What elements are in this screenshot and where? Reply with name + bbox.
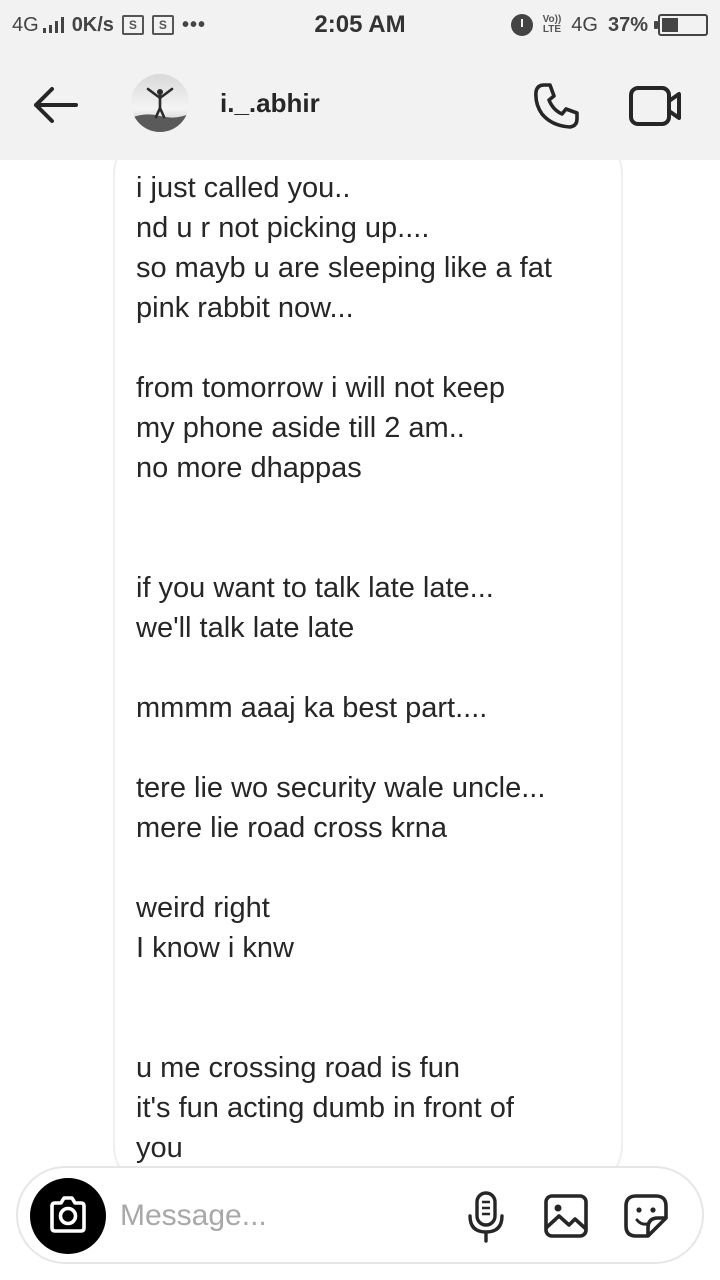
camera-icon — [50, 1196, 86, 1233]
message-line: i just called you.. — [136, 172, 351, 204]
camera-button[interactable] — [30, 1178, 106, 1254]
status-right: Vo)) LTE 4G 37% — [510, 11, 708, 39]
message-line: nd u r not picking up.... — [136, 212, 430, 244]
back-button[interactable] — [28, 82, 84, 128]
gallery-button[interactable] — [542, 1192, 590, 1240]
image-icon — [544, 1194, 588, 1238]
volte-icon: Vo)) LTE — [543, 15, 562, 35]
phone-icon — [534, 83, 579, 129]
message-thread[interactable]: i just called you.. nd u r not picking up… — [0, 160, 720, 1168]
message-line: u me crossing road is fun — [136, 1052, 460, 1084]
battery-icon — [654, 14, 708, 36]
sticker-icon — [624, 1194, 668, 1238]
message-line: so mayb u are sleeping like a fat — [136, 252, 552, 284]
message-line: weird right — [136, 892, 270, 924]
battery-level — [662, 18, 678, 32]
message-line — [136, 1008, 616, 1048]
message-line: mere lie road cross krna — [136, 812, 448, 844]
message-line: no more dhappas — [136, 452, 362, 484]
message-line: if you want to talk late late... — [136, 572, 494, 604]
microphone-icon — [468, 1191, 504, 1243]
message-text: i just called you.. nd u r not picking up… — [136, 168, 616, 1168]
message-line: we'll talk late late — [136, 612, 355, 644]
voice-message-button[interactable] — [466, 1190, 506, 1244]
message-line: it's fun acting dumb in front of — [136, 1092, 514, 1124]
volte-bottom-label: LTE — [542, 24, 561, 35]
video-call-button[interactable] — [628, 84, 684, 128]
sticker-button[interactable] — [622, 1192, 670, 1240]
message-line: pink rabbit now... — [136, 292, 354, 324]
avatar-image — [131, 74, 189, 132]
chat-header: i._.abhir — [0, 50, 720, 160]
battery-percent: 37% — [607, 13, 648, 36]
message-composer — [16, 1166, 704, 1264]
chat-username[interactable]: i._.abhir — [220, 88, 320, 119]
message-line: from tomorrow i will not keep — [136, 372, 506, 404]
message-line — [136, 488, 616, 528]
alarm-icon — [510, 14, 533, 36]
message-line — [136, 648, 616, 688]
message-line: you — [136, 1132, 183, 1164]
message-line — [136, 528, 616, 568]
video-camera-icon — [629, 86, 681, 126]
message-line — [136, 728, 616, 768]
message-line — [136, 848, 616, 888]
message-line: I know i knw — [136, 932, 294, 964]
status-bar: 4G 0K/s S S ••• 2:05 AM Vo)) LTE 4G 37% — [0, 0, 720, 50]
voice-call-button[interactable] — [530, 80, 582, 132]
network-type-right: 4G — [571, 13, 598, 36]
message-line — [136, 328, 616, 368]
arrow-left-icon — [34, 87, 78, 123]
message-line: mmmm aaaj ka best part.... — [136, 692, 488, 724]
message-line: tere lie wo security wale uncle... — [136, 772, 546, 804]
message-input[interactable] — [120, 1194, 450, 1238]
avatar[interactable] — [131, 74, 189, 132]
message-line: my phone aside till 2 am.. — [136, 412, 465, 444]
message-line — [136, 968, 616, 1008]
